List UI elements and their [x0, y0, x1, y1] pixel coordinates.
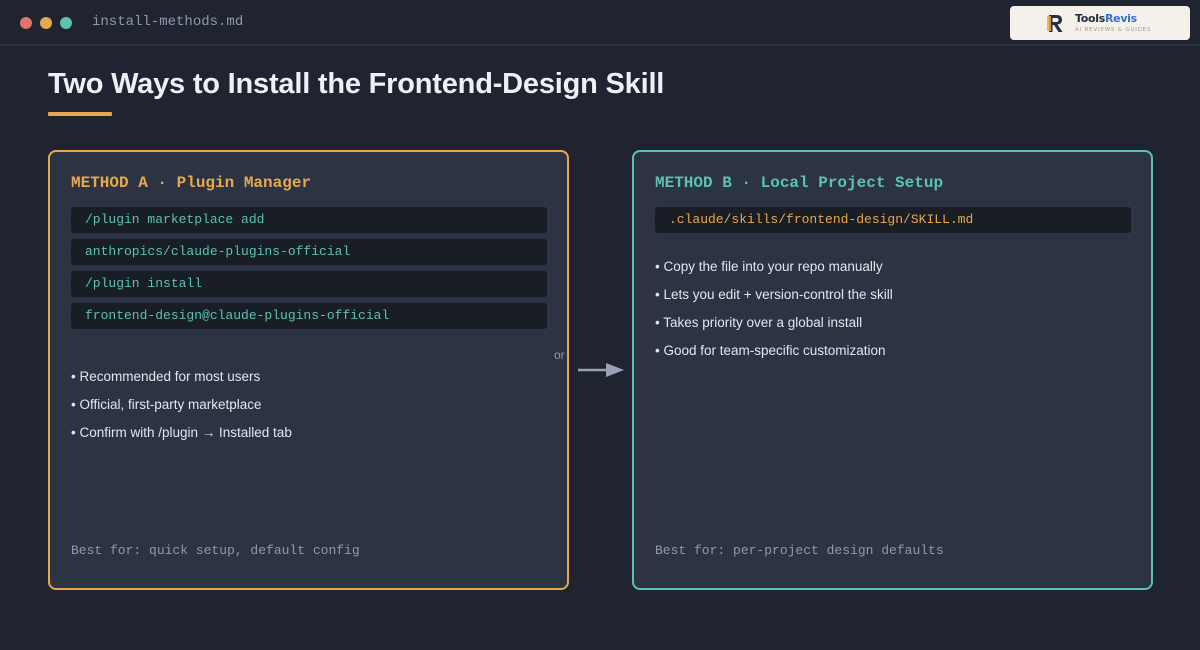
or-label: or — [554, 348, 565, 362]
brand-name: ToolsRevis — [1075, 12, 1137, 25]
list-item: • Good for team-specific customization — [655, 343, 886, 358]
method-a-card: METHOD A · Plugin Manager /plugin market… — [48, 150, 569, 590]
list-item: • Copy the file into your repo manually — [655, 259, 883, 274]
list-item: • Confirm with /plugin → Installed tab — [71, 425, 292, 440]
right-arrow-icon — [578, 363, 624, 377]
page-title: Two Ways to Install the Frontend-Design … — [48, 68, 665, 100]
method-b-best-for: Best for: per-project design defaults — [655, 543, 944, 558]
method-b-heading: METHOD B · Local Project Setup — [655, 174, 944, 192]
method-b-card: METHOD B · Local Project Setup .claude/s… — [632, 150, 1153, 590]
r-monogram-logo-icon — [1045, 13, 1065, 33]
maximize-window-button[interactable] — [60, 17, 72, 29]
command-line[interactable]: /plugin install — [71, 271, 547, 297]
method-a-heading: METHOD A · Plugin Manager — [71, 174, 312, 192]
list-item: • Recommended for most users — [71, 369, 261, 384]
list-item: • Takes priority over a global install — [655, 315, 863, 330]
file-name: install-methods.md — [92, 14, 244, 30]
brand-logo[interactable]: ToolsRevis AI REVIEWS & GUIDES — [1010, 6, 1190, 40]
minimize-window-button[interactable] — [40, 17, 52, 29]
close-window-button[interactable] — [20, 17, 32, 29]
brand-tagline: AI REVIEWS & GUIDES — [1075, 27, 1152, 33]
command-line[interactable]: anthropics/claude-plugins-official — [71, 239, 547, 265]
command-line[interactable]: .claude/skills/frontend-design/SKILL.md — [655, 207, 1131, 233]
method-a-best-for: Best for: quick setup, default config — [71, 543, 360, 558]
title-underline — [48, 112, 112, 116]
title-bar: install-methods.md ToolsRevis AI REVIEWS… — [0, 0, 1200, 46]
list-item: • Lets you edit + version-control the sk… — [655, 287, 893, 302]
list-item: • Official, first-party marketplace — [71, 397, 262, 412]
command-line[interactable]: frontend-design@claude-plugins-official — [71, 303, 547, 329]
command-line[interactable]: /plugin marketplace add — [71, 207, 547, 233]
